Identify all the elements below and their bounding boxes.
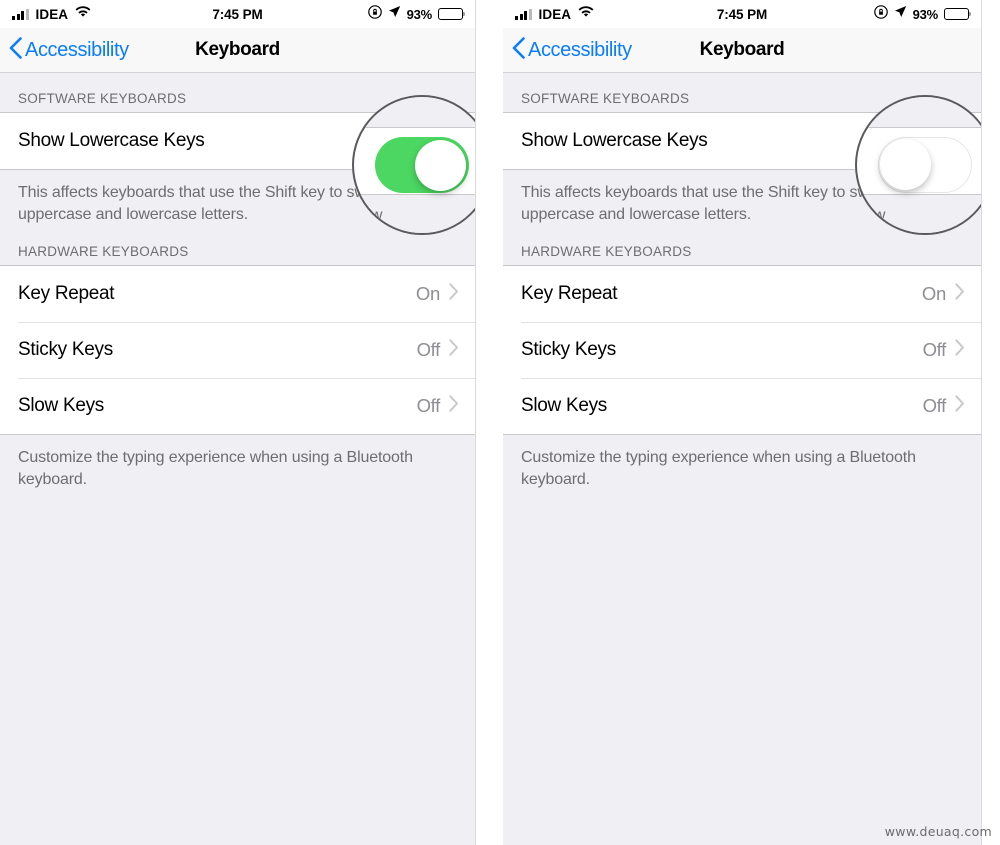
row-sticky-keys[interactable]: Sticky Keys Off: [503, 322, 981, 378]
chevron-right-icon: [955, 395, 965, 417]
portrait-orientation-lock-icon: [873, 4, 888, 24]
carrier-label: IDEA: [538, 6, 572, 22]
row-value: Off: [416, 395, 441, 416]
cellular-signal-icon: [515, 8, 532, 20]
group-hardware-keyboards: Key Repeat On Sticky Keys Off Slow Keys …: [0, 265, 475, 435]
magnifier-top-stripe: [354, 97, 475, 127]
row-value: Off: [922, 395, 947, 416]
back-button-label: Accessibility: [25, 39, 129, 61]
footer-note-hardware-keyboards: Customize the typing experience when usi…: [18, 449, 413, 488]
row-label: Key Repeat: [521, 283, 618, 304]
row-accessory: Off: [417, 395, 459, 417]
row-slow-keys[interactable]: Slow Keys Off: [503, 378, 981, 434]
row-accessory: On: [922, 283, 965, 305]
row-value: Off: [922, 339, 947, 360]
group-hardware-keyboards: Key Repeat On Sticky Keys Off Slow Keys …: [503, 265, 981, 435]
magnifier-callout-left: o sw: [352, 95, 475, 235]
row-value: On: [415, 283, 440, 304]
location-arrow-icon: [894, 5, 907, 23]
status-bar-right: 93%: [367, 4, 466, 24]
wifi-icon: [75, 5, 91, 23]
portrait-orientation-lock-icon: [367, 4, 382, 24]
battery-percent-label: 93%: [912, 6, 939, 22]
battery-icon: [944, 8, 972, 20]
phone-screenshot-left: IDEA 7:45 PM 93% Accessibility Keyboard …: [0, 0, 476, 845]
wifi-icon: [578, 5, 594, 23]
chevron-right-icon: [955, 283, 965, 305]
row-label: Show Lowercase Keys: [521, 130, 708, 151]
row-accessory: Off: [417, 339, 459, 361]
magnifier-clipped-text: o sw: [352, 207, 383, 224]
back-button-label: Accessibility: [528, 39, 632, 61]
row-label: Sticky Keys: [18, 339, 113, 360]
status-bar-left: IDEA: [12, 5, 91, 23]
magnified-show-lowercase-keys-switch[interactable]: [878, 137, 972, 193]
chevron-right-icon: [955, 339, 965, 361]
battery-percent-label: 93%: [406, 6, 433, 22]
row-label: Sticky Keys: [521, 339, 616, 360]
magnifier-top-divider: [857, 127, 981, 128]
status-bar-right: 93%: [873, 4, 972, 24]
row-value: On: [921, 283, 946, 304]
footer-note-hardware-keyboards: Customize the typing experience when usi…: [521, 449, 916, 488]
phone-screenshot-right: IDEA 7:45 PM 93% Accessibility Keyboard …: [503, 0, 982, 845]
chevron-left-icon: [9, 36, 22, 64]
location-arrow-icon: [388, 5, 401, 23]
cellular-signal-icon: [12, 8, 29, 20]
status-bar-left: IDEA: [515, 5, 594, 23]
row-label: Slow Keys: [18, 395, 105, 416]
status-bar: IDEA 7:45 PM 93%: [0, 0, 475, 28]
back-button[interactable]: Accessibility: [0, 36, 129, 64]
row-key-repeat[interactable]: Key Repeat On: [0, 266, 475, 322]
magnifier-bottom-divider: [857, 194, 981, 195]
battery-icon: [438, 8, 466, 20]
row-value: Off: [416, 339, 441, 360]
back-button[interactable]: Accessibility: [503, 36, 632, 64]
status-bar: IDEA 7:45 PM 93%: [503, 0, 981, 28]
navigation-bar: Accessibility Keyboard: [0, 28, 475, 73]
row-label: Key Repeat: [18, 283, 115, 304]
row-accessory: Off: [923, 395, 965, 417]
magnifier-bottom-divider: [354, 194, 475, 195]
chevron-right-icon: [449, 339, 459, 361]
navigation-bar: Accessibility Keyboard: [503, 28, 981, 73]
row-label: Slow Keys: [521, 395, 608, 416]
row-slow-keys[interactable]: Slow Keys Off: [0, 378, 475, 434]
carrier-label: IDEA: [35, 6, 69, 22]
row-label: Show Lowercase Keys: [18, 130, 205, 151]
magnifier-top-stripe: [857, 97, 981, 127]
magnifier-callout-right: o sw: [855, 95, 981, 235]
chevron-right-icon: [449, 283, 459, 305]
magnifier-top-divider: [354, 127, 475, 128]
site-watermark: www.deuaq.com: [884, 824, 992, 839]
magnifier-clipped-text: o sw: [855, 207, 886, 224]
screenshot-stage: IDEA 7:45 PM 93% Accessibility Keyboard …: [0, 0, 1000, 845]
row-accessory: Off: [923, 339, 965, 361]
magnified-show-lowercase-keys-switch[interactable]: [375, 137, 469, 193]
chevron-left-icon: [512, 36, 525, 64]
row-key-repeat[interactable]: Key Repeat On: [503, 266, 981, 322]
row-accessory: On: [416, 283, 459, 305]
chevron-right-icon: [449, 395, 459, 417]
row-sticky-keys[interactable]: Sticky Keys Off: [0, 322, 475, 378]
